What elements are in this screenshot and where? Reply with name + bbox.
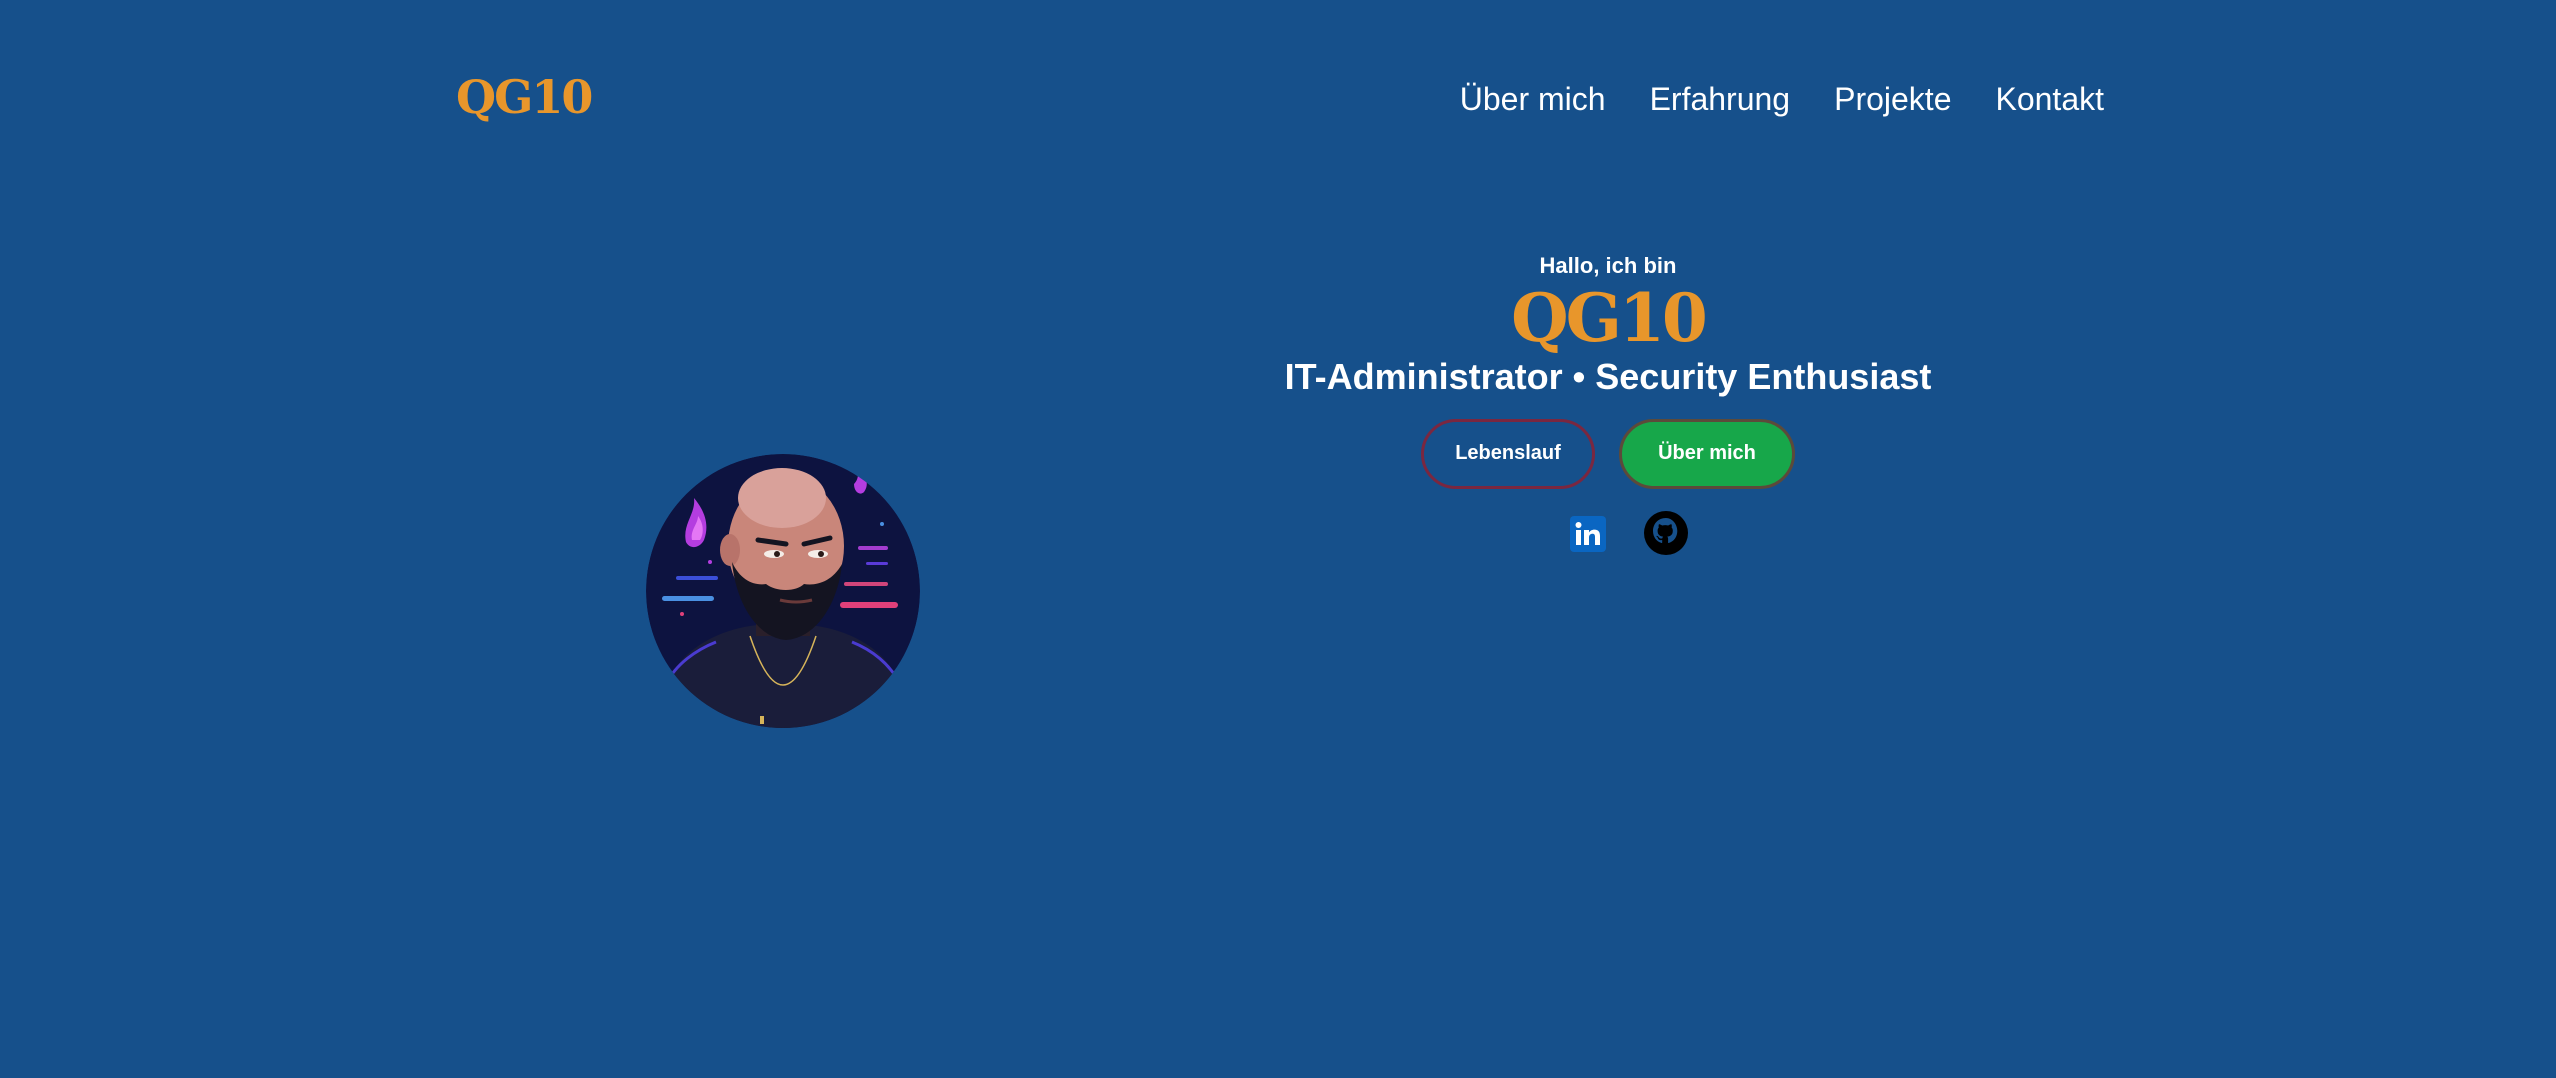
cv-button[interactable]: Lebenslauf	[1421, 418, 1595, 489]
hero-name: QG10	[1511, 278, 1708, 357]
nav-link-kontakt[interactable]: Kontakt	[1995, 80, 2104, 118]
nav-link-erfahrung[interactable]: Erfahrung	[1650, 80, 1791, 118]
social-links	[1250, 510, 2008, 556]
profile-avatar	[646, 454, 920, 728]
avatar-illustration	[646, 454, 920, 728]
nav-link-projekte[interactable]: Projekte	[1834, 80, 1951, 118]
hero-greeting: Hallo, ich bin	[1539, 253, 1677, 278]
hero-buttons: Lebenslauf Über mich	[1208, 418, 2008, 489]
hero-section: Hallo, ich bin QG10 IT-Administrator • S…	[1208, 252, 2008, 556]
linkedin-icon[interactable]	[1569, 510, 1616, 556]
github-icon[interactable]	[1643, 510, 1689, 556]
hero-tagline: IT-Administrator • Security Enthusiast	[1284, 355, 1932, 397]
about-button[interactable]: Über mich	[1619, 418, 1795, 489]
nav-link-ueber-mich[interactable]: Über mich	[1460, 80, 1606, 118]
site-logo[interactable]: QG10	[456, 74, 593, 120]
main-nav: Über mich Erfahrung Projekte Kontakt	[1460, 80, 2104, 118]
